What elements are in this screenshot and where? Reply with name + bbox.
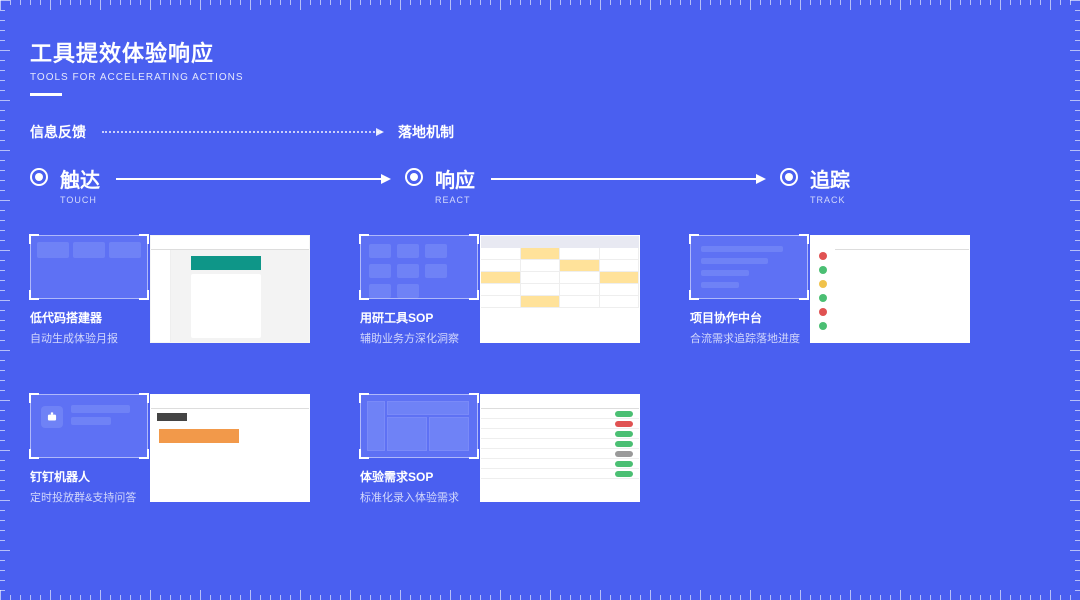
card-lowcode-desc: 自动生成体验月报 [30, 330, 150, 346]
stage-touch-cn: 触达 [60, 164, 100, 193]
stage-react-cn: 响应 [435, 164, 475, 193]
card-project-title: 项目协作中台 [690, 309, 810, 326]
stage-track-en: TRACK [810, 195, 850, 205]
page-subtitle: TOOLS FOR ACCELERATING ACTIONS [30, 72, 1050, 83]
card-project-desc: 合流需求追踪落地进度 [690, 330, 810, 346]
circle-dot-icon [780, 168, 798, 186]
flow-to-label: 落地机制 [398, 122, 454, 142]
lowcode-builder-icon [30, 235, 148, 299]
card-research-desc: 辅助业务方深化洞察 [360, 330, 480, 346]
card-demand-title: 体验需求SOP [360, 468, 480, 485]
card-research-title: 用研工具SOP [360, 309, 480, 326]
demand-sop-icon [360, 394, 478, 458]
card-dingbot-desc: 定时投放群&支持问答 [30, 489, 150, 505]
card-demand-desc: 标准化录入体验需求 [360, 489, 480, 505]
flow-from-label: 信息反馈 [30, 122, 86, 142]
card-dingbot-title: 钉钉机器人 [30, 468, 150, 485]
circle-dot-icon [405, 168, 423, 186]
stage-touch: 触达 TOUCH [30, 164, 100, 205]
thumb-dingbot [150, 394, 310, 502]
dingbot-icon [30, 394, 148, 458]
arrow-right-icon [491, 178, 764, 180]
ruler-bottom [0, 584, 1080, 600]
dotted-arrow-icon [102, 131, 382, 133]
thumb-demand [480, 394, 640, 502]
card-lowcode-title: 低代码搭建器 [30, 309, 150, 326]
stage-react: 响应 REACT [405, 164, 475, 205]
ruler-right [1064, 0, 1080, 600]
stage-track: 追踪 TRACK [780, 164, 850, 205]
project-mid-icon [690, 235, 808, 299]
stage-touch-en: TOUCH [60, 195, 100, 205]
thumb-research [480, 235, 640, 343]
title-underline [30, 93, 62, 96]
stage-react-en: REACT [435, 195, 475, 205]
stage-track-cn: 追踪 [810, 164, 850, 193]
arrow-right-icon [116, 178, 389, 180]
circle-dot-icon [30, 168, 48, 186]
thumb-project [810, 235, 970, 343]
robot-avatar-icon [41, 406, 63, 428]
page-title: 工具提效体验响应 [30, 36, 1050, 68]
research-sop-icon [360, 235, 478, 299]
ruler-left [0, 0, 16, 600]
ruler-top [0, 0, 1080, 16]
thumb-lowcode [150, 235, 310, 343]
